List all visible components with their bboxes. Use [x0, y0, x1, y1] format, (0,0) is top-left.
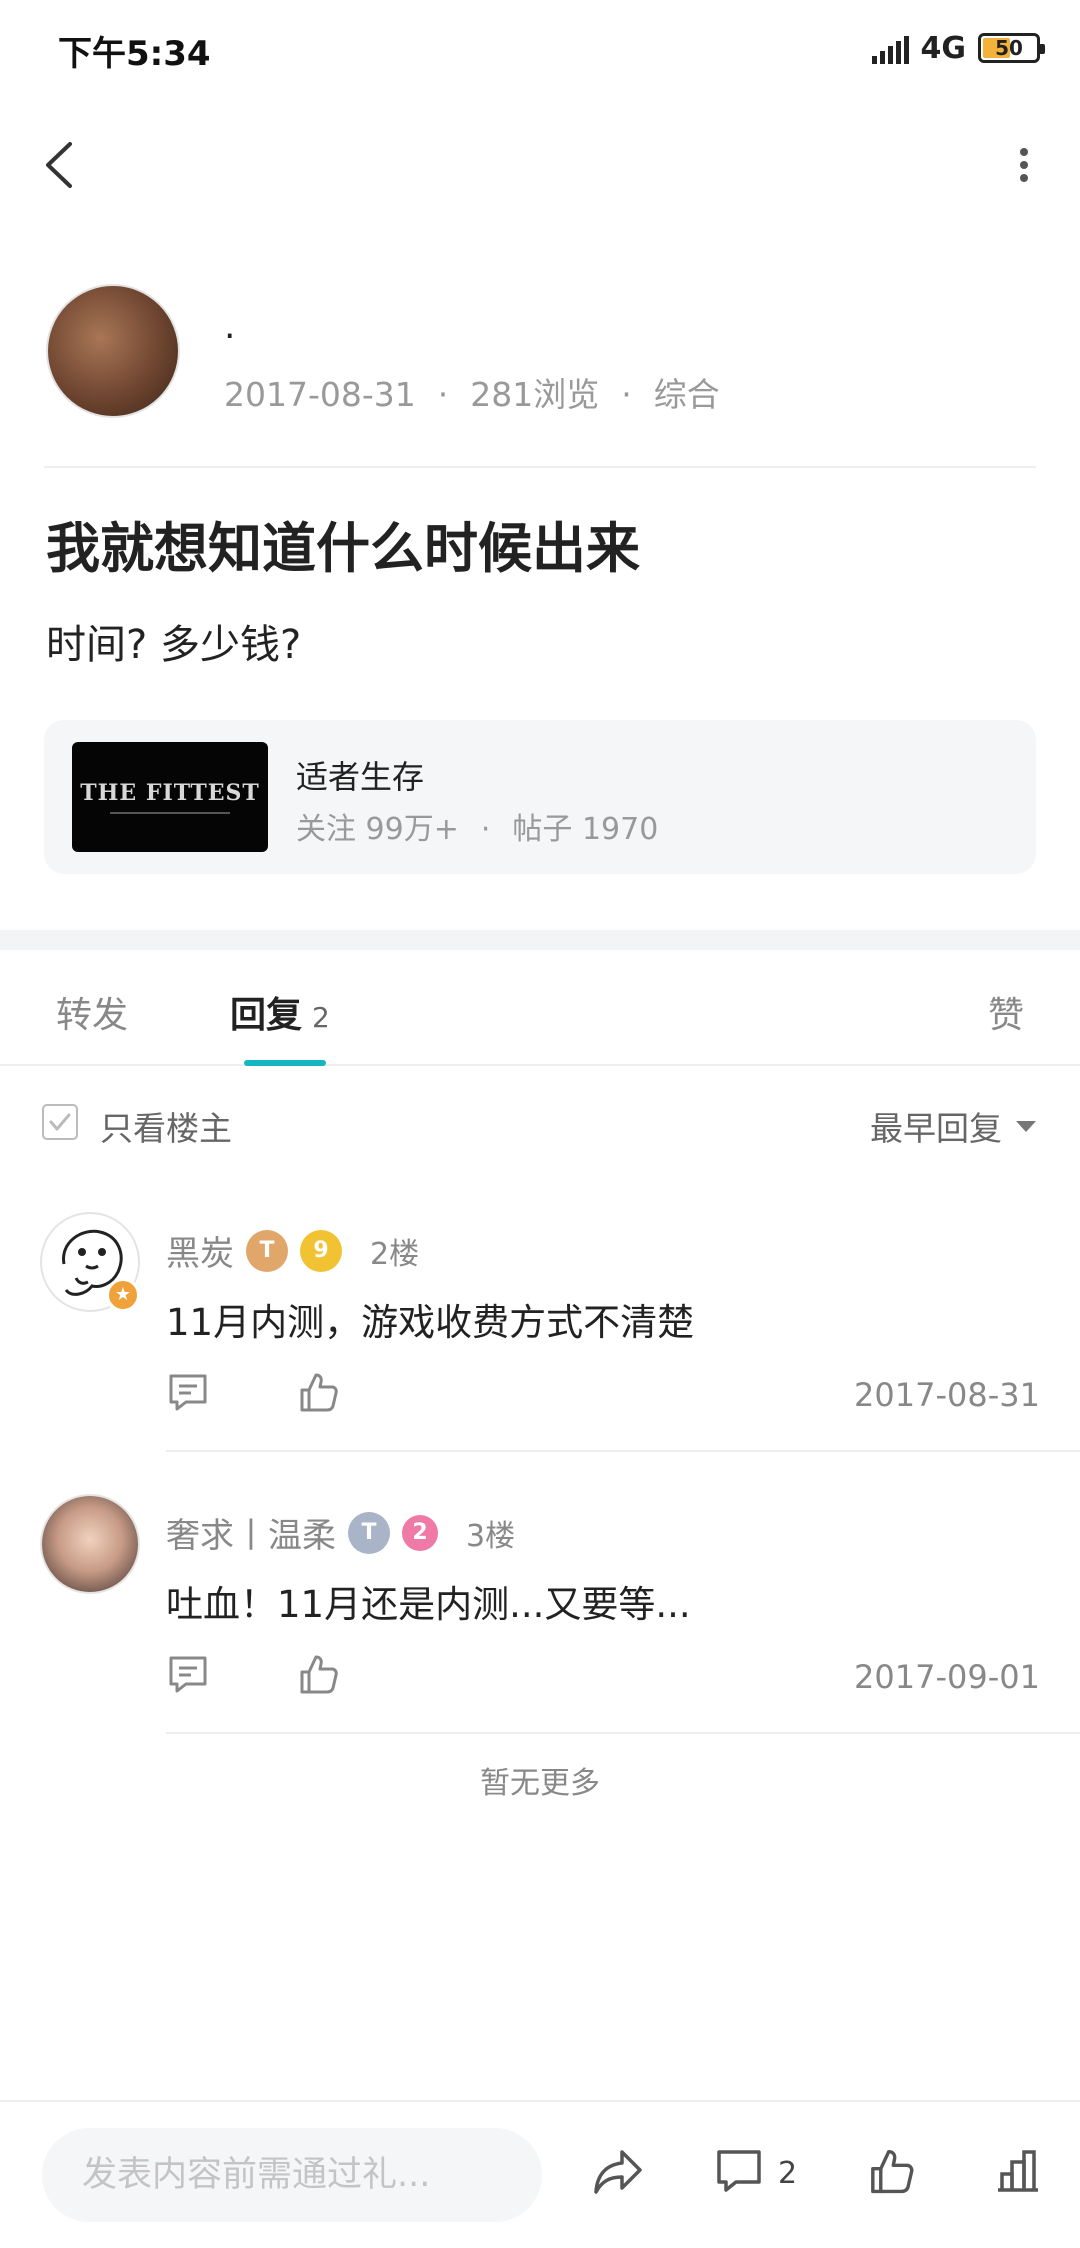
post-meta: 2017-08-31 · 281浏览 · 综合	[224, 375, 720, 414]
top-nav	[0, 120, 1080, 210]
game-stats: 关注 99万+ · 帖子 1970	[296, 812, 659, 847]
rank-badge-icon: 2	[402, 1514, 438, 1551]
no-more-label: 暂无更多	[480, 1766, 600, 1801]
verified-badge-icon: ★	[106, 1278, 140, 1312]
signal-icon	[871, 32, 909, 64]
reply-text: 吐血！11月还是内测...又要等...	[166, 1583, 691, 1626]
author-avatar[interactable]	[46, 284, 180, 418]
battery-icon: 50	[978, 33, 1045, 63]
tab-like[interactable]: 赞	[988, 986, 1024, 1038]
reply-header: 奢求丨温柔 T 2 3楼	[166, 1508, 515, 1557]
reply-actions: 2017-08-31	[166, 1370, 1040, 1420]
back-arrow-icon	[46, 142, 72, 188]
only-op-label[interactable]: 只看楼主	[100, 1102, 232, 1150]
game-card[interactable]: THE FITTEST 适者生存 关注 99万+ · 帖子 1970	[44, 720, 1036, 874]
tab-reply[interactable]: 回复 2	[230, 986, 330, 1038]
medal-badge-icon: 9	[300, 1229, 342, 1272]
ranking-icon[interactable]	[994, 2146, 1042, 2194]
tab-forward[interactable]: 转发	[56, 986, 128, 1038]
reply-floor: 3楼	[466, 1518, 516, 1554]
author-name[interactable]: .	[224, 306, 235, 347]
game-logo-text: THE FITTEST	[80, 780, 260, 806]
tab-reply-count: 2	[312, 1001, 330, 1034]
more-vertical-icon	[1020, 148, 1028, 182]
sort-dropdown[interactable]: 最早回复	[870, 1102, 1036, 1150]
more-button[interactable]	[1012, 140, 1036, 190]
only-op-checkbox[interactable]	[42, 1104, 78, 1140]
divider	[166, 1450, 1080, 1452]
divider	[44, 466, 1036, 468]
reply-item: 奢求丨温柔 T 2 3楼 吐血！11月还是内测...又要等... 2017-09…	[0, 1494, 1080, 1734]
thumbs-up-icon[interactable]	[296, 1370, 340, 1414]
thumbs-up-icon[interactable]	[866, 2146, 916, 2196]
reply-avatar[interactable]	[40, 1494, 140, 1594]
post-author: . 2017-08-31 · 281浏览 · 综合	[46, 284, 1036, 420]
reply-author-name[interactable]: 黑炭	[166, 1226, 234, 1275]
divider	[166, 1732, 1080, 1734]
reply-item: ★ 黑炭 T 9 2楼 11月内测，游戏收费方式不清楚 2017-08-31	[0, 1212, 1080, 1452]
post-title: 我就想知道什么时候出来	[46, 517, 640, 580]
post-views: 281浏览	[470, 375, 600, 414]
thumbs-up-icon[interactable]	[296, 1652, 340, 1696]
reply-author-name[interactable]: 奢求丨温柔	[166, 1508, 336, 1557]
tab-reply-label: 回复	[230, 995, 303, 1036]
active-tab-indicator	[244, 1060, 326, 1066]
back-button[interactable]	[40, 140, 80, 190]
battery-level: 50	[995, 36, 1023, 60]
sort-label: 最早回复	[870, 1109, 1002, 1148]
compose-input[interactable]: 发表内容前需通过礼...	[42, 2128, 542, 2222]
status-bar: 下午5:34 4G 50	[0, 0, 1080, 96]
reply-date: 2017-09-01	[854, 1658, 1040, 1696]
caret-down-icon	[1016, 1120, 1036, 1132]
reply-actions: 2017-09-01	[166, 1652, 1040, 1702]
reply-header: 黑炭 T 9 2楼	[166, 1226, 419, 1275]
comment-icon[interactable]	[714, 2146, 764, 2196]
tab-bar: 转发 回复 2 赞	[0, 950, 1080, 1066]
level-badge-icon: T	[348, 1511, 390, 1554]
status-time: 下午5:34	[58, 34, 211, 74]
post-category[interactable]: 综合	[654, 375, 720, 414]
level-badge-icon: T	[246, 1229, 288, 1272]
status-indicators: 4G 50	[871, 28, 1045, 68]
reply-date: 2017-08-31	[854, 1376, 1040, 1414]
reply-floor: 2楼	[370, 1236, 420, 1272]
game-followers: 关注 99万+	[296, 812, 459, 847]
check-icon	[49, 1113, 71, 1131]
network-label: 4G	[920, 30, 967, 66]
comment-icon[interactable]	[166, 1370, 210, 1414]
reply-text: 11月内测，游戏收费方式不清楚	[166, 1301, 695, 1344]
game-name: 适者生存	[296, 758, 425, 796]
comment-icon[interactable]	[166, 1652, 210, 1696]
filter-row: 只看楼主 最早回复	[0, 1090, 1080, 1160]
post-date: 2017-08-31	[224, 375, 416, 414]
share-icon[interactable]	[590, 2146, 646, 2198]
bottom-action-bar: 发表内容前需通过礼... 2	[0, 2100, 1080, 2248]
section-separator	[0, 930, 1080, 950]
comment-count: 2	[778, 2156, 798, 2191]
post-body: 时间? 多少钱?	[46, 622, 302, 668]
game-posts: 帖子 1970	[512, 812, 659, 847]
game-thumbnail: THE FITTEST	[72, 742, 268, 852]
